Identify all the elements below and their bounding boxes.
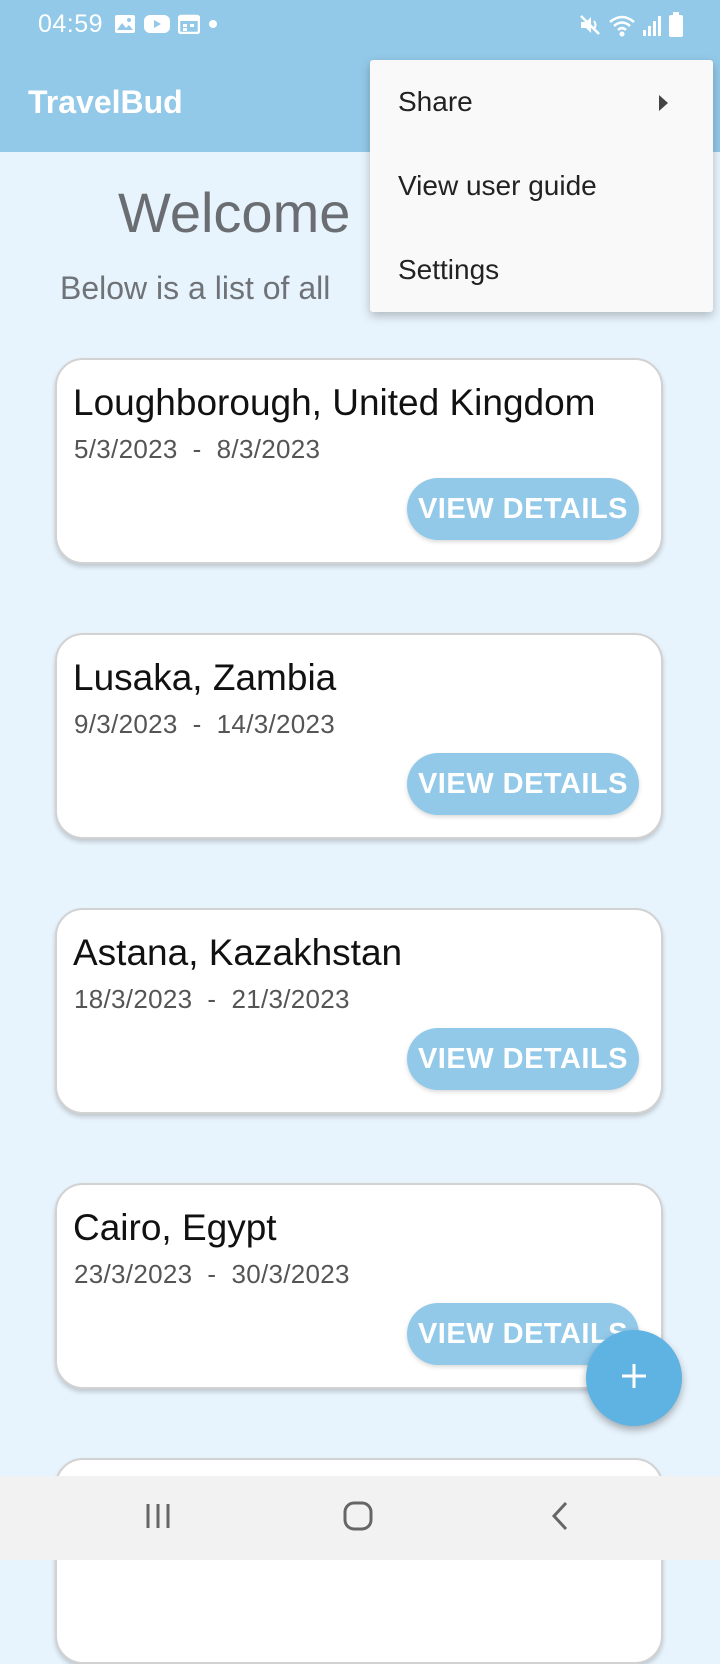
dot-icon	[208, 14, 218, 39]
trip-location: Astana, Kazakhstan	[73, 932, 403, 973]
trip-start-date: 5/3/2023	[74, 434, 178, 464]
view-details-button[interactable]: VIEW DETAILS	[407, 753, 639, 815]
mute-icon	[578, 13, 602, 42]
system-status-icons	[578, 12, 684, 43]
trip-location: Cairo, Egypt	[73, 1207, 277, 1248]
trip-dates: 23/3/2023 - 30/3/2023	[74, 1259, 350, 1290]
recents-icon	[143, 1501, 173, 1536]
home-icon	[342, 1500, 374, 1537]
trip-card[interactable]: Astana, Kazakhstan 18/3/2023 - 21/3/2023…	[55, 908, 663, 1114]
image-icon	[114, 14, 136, 39]
recents-button[interactable]	[98, 1476, 218, 1560]
app-title: TravelBud	[28, 84, 183, 120]
view-details-button[interactable]: VIEW DETAILS	[407, 1028, 639, 1090]
date-separator: -	[177, 434, 217, 464]
add-trip-button[interactable]	[586, 1330, 682, 1426]
date-separator: -	[192, 1259, 232, 1289]
trip-location: Loughborough, United Kingdom	[73, 382, 596, 423]
submenu-arrow-icon	[657, 94, 669, 117]
youtube-icon	[144, 14, 170, 39]
home-button[interactable]	[298, 1476, 418, 1560]
trip-start-date: 9/3/2023	[74, 709, 178, 739]
trip-dates: 18/3/2023 - 21/3/2023	[74, 984, 350, 1015]
wifi-icon	[608, 13, 636, 42]
trip-card[interactable]: Lusaka, Zambia 9/3/2023 - 14/3/2023 VIEW…	[55, 633, 663, 839]
signal-icon	[642, 13, 662, 42]
trip-end-date: 21/3/2023	[231, 984, 350, 1014]
trip-end-date: 30/3/2023	[231, 1259, 350, 1289]
subtitle-text: Below is a list of all	[60, 270, 331, 306]
calendar-icon	[177, 14, 201, 39]
date-separator: -	[177, 709, 217, 739]
menu-item-view-user-guide[interactable]: View user guide	[370, 144, 713, 228]
menu-item-label: View user guide	[398, 170, 597, 201]
back-button[interactable]	[500, 1476, 620, 1560]
overflow-menu: Share View user guide Settings	[370, 60, 713, 312]
trip-start-date: 23/3/2023	[74, 1259, 193, 1289]
trip-dates: 5/3/2023 - 8/3/2023	[74, 434, 320, 465]
welcome-heading: Welcome	[118, 181, 351, 244]
status-time: 04:59	[38, 10, 104, 38]
notification-icons	[114, 14, 218, 39]
trip-start-date: 18/3/2023	[74, 984, 193, 1014]
menu-item-share[interactable]: Share	[370, 60, 713, 144]
date-separator: -	[192, 984, 232, 1014]
trip-end-date: 14/3/2023	[216, 709, 336, 739]
menu-item-label: Share	[398, 86, 473, 117]
trip-end-date: 8/3/2023	[216, 434, 321, 464]
status-bar: 04:59	[0, 0, 720, 52]
plus-icon	[619, 1361, 649, 1396]
menu-item-settings[interactable]: Settings	[370, 228, 713, 312]
trip-location: Lusaka, Zambia	[73, 657, 337, 698]
view-details-button[interactable]: VIEW DETAILS	[407, 478, 639, 540]
trip-dates: 9/3/2023 - 14/3/2023	[74, 709, 335, 740]
menu-item-label: Settings	[398, 254, 500, 285]
system-nav-bar	[0, 1476, 720, 1560]
trip-card[interactable]: Cairo, Egypt 23/3/2023 - 30/3/2023 VIEW …	[55, 1183, 663, 1389]
back-icon	[550, 1500, 570, 1537]
battery-icon	[668, 12, 684, 43]
trip-card[interactable]: Loughborough, United Kingdom 5/3/2023 - …	[55, 358, 663, 564]
